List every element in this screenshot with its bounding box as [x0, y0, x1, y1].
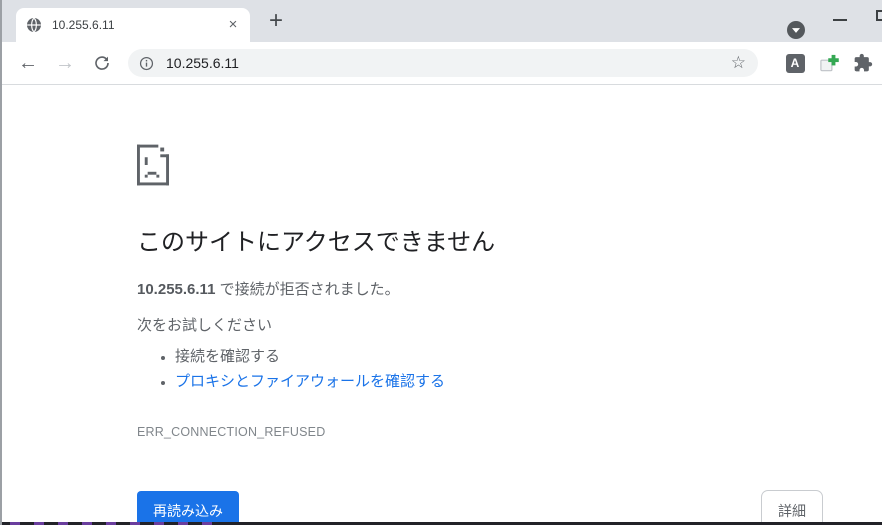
browser-window: 10.255.6.11 × + ← → 10.255.6.11 ☆ A このサイ…: [0, 0, 882, 525]
button-row: 再読み込み 詳細: [137, 490, 823, 525]
error-host: 10.255.6.11: [137, 281, 216, 298]
suggestion-header: 次をお試しください: [137, 317, 273, 334]
globe-favicon-icon: [27, 17, 41, 33]
extensions-menu-button[interactable]: [852, 52, 874, 74]
puzzle-icon: [854, 53, 873, 72]
extension-a-badge: A: [785, 53, 805, 73]
tab-title: 10.255.6.11: [52, 18, 115, 32]
error-code: ERR_CONNECTION_REFUSED: [137, 425, 326, 439]
forward-button[interactable]: →: [51, 49, 79, 77]
maximize-button[interactable]: [876, 10, 882, 21]
proxy-firewall-link[interactable]: プロキシとファイアウォールを確認する: [175, 373, 445, 390]
new-tab-button[interactable]: +: [262, 7, 290, 35]
error-title: このサイトにアクセスできません: [137, 229, 496, 256]
back-button[interactable]: ←: [14, 49, 42, 77]
url-text[interactable]: 10.255.6.11: [166, 55, 727, 71]
suggestion-list: 接続を確認する プロキシとファイアウォールを確認する: [137, 344, 823, 394]
suggestion-item: 接続を確認する: [175, 344, 823, 369]
active-tab[interactable]: 10.255.6.11 ×: [16, 8, 250, 42]
reload-button[interactable]: [88, 49, 116, 77]
reload-page-button[interactable]: 再読み込み: [137, 491, 239, 525]
suggestion-text: 接続を確認する: [175, 348, 281, 365]
tab-close-icon[interactable]: ×: [224, 16, 242, 34]
page-info-icon[interactable]: [139, 56, 154, 71]
tab-strip: 10.255.6.11 × +: [2, 0, 882, 42]
chevron-down-icon: [792, 27, 800, 33]
error-message-rest: で接続が拒否されました。: [215, 281, 400, 298]
address-bar[interactable]: 10.255.6.11 ☆: [128, 49, 758, 77]
sad-file-icon: [137, 144, 169, 186]
minimize-button[interactable]: [833, 19, 847, 21]
suggestion-item: プロキシとファイアウォールを確認する: [175, 369, 823, 394]
reload-icon: [95, 56, 109, 70]
details-button[interactable]: 詳細: [761, 490, 823, 525]
toolbar: ← → 10.255.6.11 ☆ A: [2, 42, 882, 85]
error-message: 10.255.6.11 で接続が拒否されました。: [137, 278, 823, 299]
page-content: このサイトにアクセスできません 10.255.6.11 で接続が拒否されました。…: [2, 85, 882, 525]
page-plus-icon: [819, 54, 839, 71]
bookmark-star-icon[interactable]: ☆: [727, 53, 750, 73]
extension-add-page-button[interactable]: [818, 52, 840, 74]
tab-search-button[interactable]: [787, 21, 805, 39]
error-container: このサイトにアクセスできません 10.255.6.11 で接続が拒否されました。…: [137, 144, 823, 525]
extension-a-button[interactable]: A: [784, 52, 806, 74]
